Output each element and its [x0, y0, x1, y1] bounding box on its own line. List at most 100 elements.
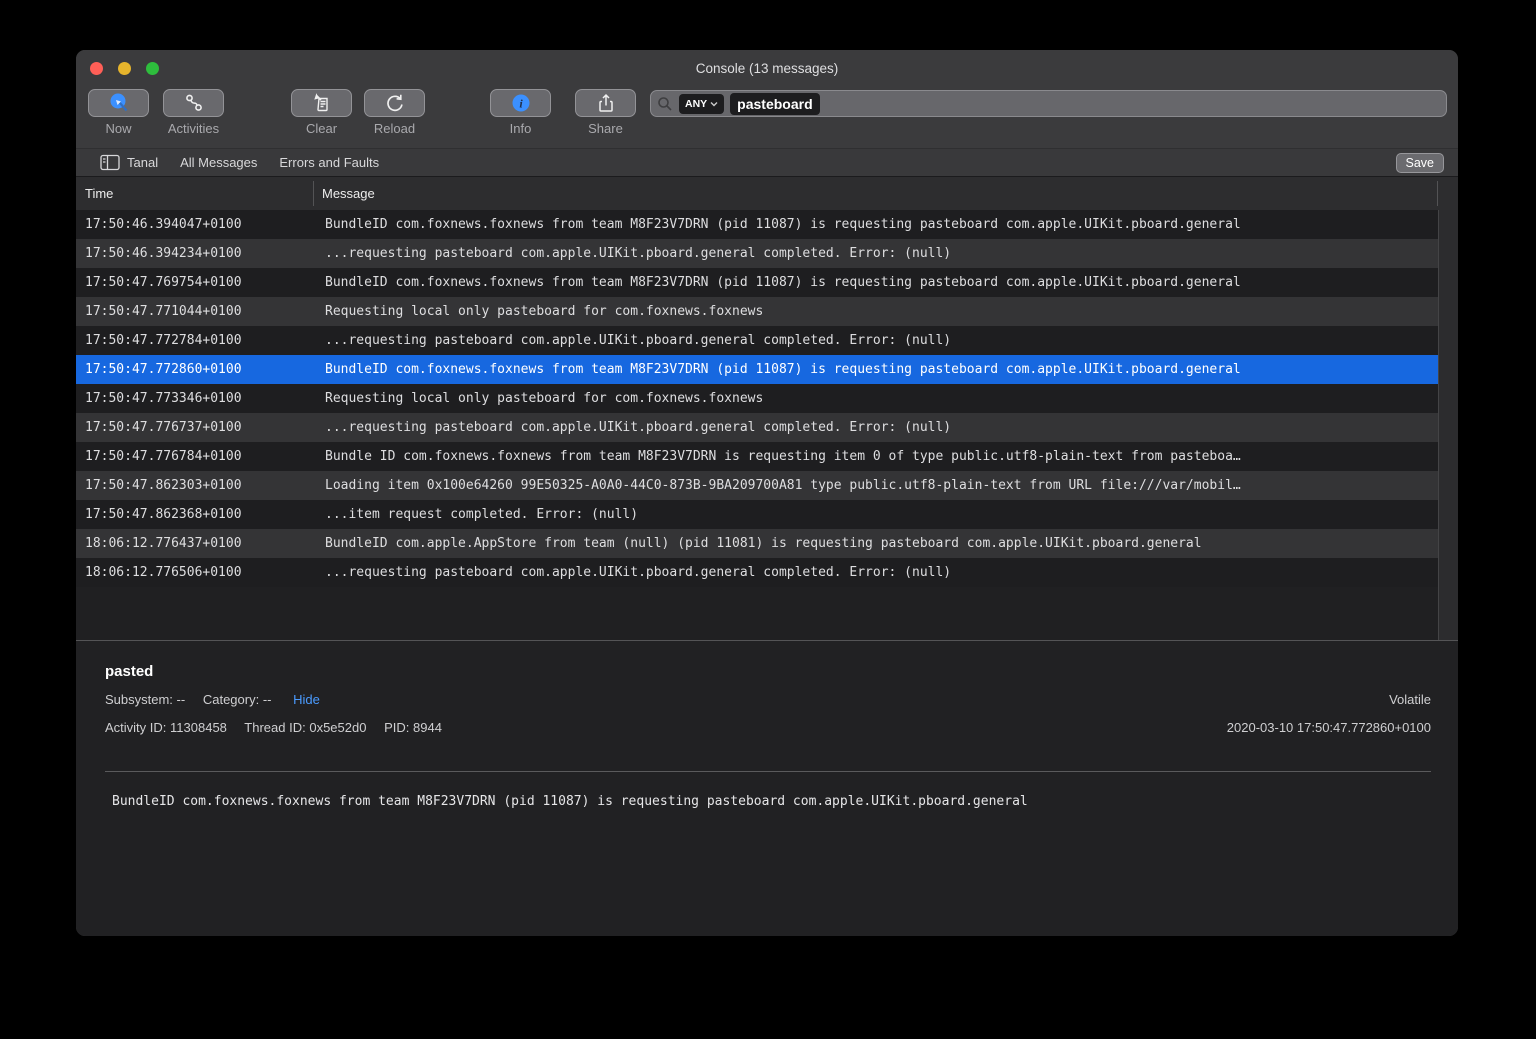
table-row[interactable]: 17:50:46.394047+0100BundleID com.foxnews…: [76, 210, 1438, 239]
row-time: 17:50:47.772860+0100: [76, 355, 313, 384]
activities-label: Activities: [163, 121, 224, 136]
row-time: 17:50:47.862368+0100: [76, 500, 313, 529]
share-button[interactable]: Share: [575, 89, 636, 136]
detail-pane: pasted Subsystem: -- Category: -- Hide V…: [76, 640, 1458, 936]
table-row[interactable]: 18:06:12.776506+0100...requesting pasteb…: [76, 558, 1438, 587]
subsystem-value: --: [177, 692, 186, 707]
table-row[interactable]: 17:50:47.771044+0100Requesting local onl…: [76, 297, 1438, 326]
close-window-button[interactable]: [90, 62, 103, 75]
row-message: ...requesting pasteboard com.apple.UIKit…: [313, 558, 1438, 587]
tab-all-messages[interactable]: All Messages: [180, 155, 257, 170]
search-term-token[interactable]: pasteboard: [730, 93, 819, 115]
row-time: 17:50:47.772784+0100: [76, 326, 313, 355]
detail-divider: [105, 771, 1431, 772]
save-button[interactable]: Save: [1396, 153, 1445, 173]
activities-button[interactable]: Activities: [163, 89, 224, 136]
row-time: 17:50:47.773346+0100: [76, 384, 313, 413]
window-title: Console (13 messages): [696, 61, 839, 76]
now-button[interactable]: Now: [88, 89, 149, 136]
tab-errors-and-faults[interactable]: Errors and Faults: [279, 155, 379, 170]
detail-timestamp: 2020-03-10 17:50:47.772860+0100: [1227, 720, 1431, 735]
pid-value: 8944: [413, 720, 442, 735]
hide-link[interactable]: Hide: [293, 692, 320, 707]
row-time: 18:06:12.776437+0100: [76, 529, 313, 558]
table-row[interactable]: 17:50:47.773346+0100Requesting local onl…: [76, 384, 1438, 413]
search-field[interactable]: ANY pasteboard: [650, 90, 1447, 117]
reload-label: Reload: [364, 121, 425, 136]
info-button[interactable]: i Info: [490, 89, 551, 136]
share-icon: [595, 92, 617, 114]
row-message: ...requesting pasteboard com.apple.UIKit…: [313, 413, 1438, 442]
thread-id-label: Thread ID:: [244, 720, 305, 735]
column-header-message[interactable]: Message: [322, 186, 375, 201]
row-message: BundleID com.apple.AppStore from team (n…: [313, 529, 1438, 558]
zoom-window-button[interactable]: [146, 62, 159, 75]
title-bar: Console (13 messages): [76, 50, 1458, 86]
table-row[interactable]: 17:50:47.862368+0100...item request comp…: [76, 500, 1438, 529]
category-label: Category:: [203, 692, 259, 707]
category-value: --: [263, 692, 272, 707]
share-label: Share: [575, 121, 636, 136]
console-window: Console (13 messages) Now: [76, 50, 1458, 936]
sidebar-toggle-icon[interactable]: [100, 154, 120, 171]
detail-title: pasted: [105, 663, 153, 680]
table-row[interactable]: 17:50:47.772860+0100BundleID com.foxnews…: [76, 355, 1438, 384]
reload-button[interactable]: Reload: [364, 89, 425, 136]
reload-icon: [384, 92, 406, 114]
toolbar: Now Activities: [76, 86, 1458, 148]
table-row[interactable]: 17:50:47.862303+0100Loading item 0x100e6…: [76, 471, 1438, 500]
table-row[interactable]: 17:50:47.772784+0100...requesting pasteb…: [76, 326, 1438, 355]
search-scope-value: ANY: [685, 98, 707, 110]
vertical-scrollbar[interactable]: [1438, 210, 1458, 640]
row-time: 17:50:47.862303+0100: [76, 471, 313, 500]
row-time: 17:50:47.771044+0100: [76, 297, 313, 326]
clear-label: Clear: [291, 121, 352, 136]
row-message: BundleID com.foxnews.foxnews from team M…: [313, 355, 1438, 384]
row-message: ...item request completed. Error: (null): [313, 500, 1438, 529]
now-icon: [108, 92, 130, 114]
row-time: 17:50:47.776737+0100: [76, 413, 313, 442]
minimize-window-button[interactable]: [118, 62, 131, 75]
table-row[interactable]: 18:06:12.776437+0100BundleID com.apple.A…: [76, 529, 1438, 558]
window-controls: [90, 62, 159, 75]
row-time: 17:50:46.394047+0100: [76, 210, 313, 239]
table-row[interactable]: 17:50:47.776784+0100Bundle ID com.foxnew…: [76, 442, 1438, 471]
row-message: Requesting local only pasteboard for com…: [313, 384, 1438, 413]
row-message: BundleID com.foxnews.foxnews from team M…: [313, 210, 1438, 239]
clear-icon: [311, 92, 333, 114]
row-time: 17:50:47.776784+0100: [76, 442, 313, 471]
volatile-badge: Volatile: [1389, 692, 1431, 707]
subsystem-label: Subsystem:: [105, 692, 173, 707]
search-icon: [657, 96, 673, 112]
row-time: 18:06:12.776506+0100: [76, 558, 313, 587]
info-icon: i: [510, 92, 532, 114]
log-rows: 17:50:46.394047+0100BundleID com.foxnews…: [76, 210, 1438, 640]
activity-id-value: 11308458: [170, 720, 227, 735]
row-message: ...requesting pasteboard com.apple.UIKit…: [313, 239, 1438, 268]
table-row[interactable]: 17:50:46.394234+0100...requesting pasteb…: [76, 239, 1438, 268]
pid-label: PID:: [384, 720, 409, 735]
row-message: Bundle ID com.foxnews.foxnews from team …: [313, 442, 1438, 471]
search-scope-dropdown[interactable]: ANY: [679, 94, 724, 114]
info-label: Info: [490, 121, 551, 136]
row-time: 17:50:47.769754+0100: [76, 268, 313, 297]
column-header-time[interactable]: Time: [76, 186, 113, 201]
row-time: 17:50:46.394234+0100: [76, 239, 313, 268]
log-table: 17:50:46.394047+0100BundleID com.foxnews…: [76, 210, 1458, 640]
row-message: BundleID com.foxnews.foxnews from team M…: [313, 268, 1438, 297]
table-header: Time Message: [76, 176, 1458, 210]
thread-id-value: 0x5e52d0: [309, 720, 366, 735]
chevron-down-icon: [710, 101, 718, 107]
now-label: Now: [88, 121, 149, 136]
detail-meta-line: Subsystem: -- Category: -- Hide: [105, 692, 320, 707]
activity-id-label: Activity ID:: [105, 720, 166, 735]
table-row[interactable]: 17:50:47.769754+0100BundleID com.foxnews…: [76, 268, 1438, 297]
filter-bar: Tanal All Messages Errors and Faults Sav…: [76, 148, 1458, 176]
table-row[interactable]: 17:50:47.776737+0100...requesting pasteb…: [76, 413, 1438, 442]
column-divider[interactable]: [1437, 181, 1438, 206]
row-message: Loading item 0x100e64260 99E50325-A0A0-4…: [313, 471, 1438, 500]
device-name[interactable]: Tanal: [127, 155, 158, 170]
clear-button[interactable]: Clear: [291, 89, 352, 136]
row-message: Requesting local only pasteboard for com…: [313, 297, 1438, 326]
column-divider[interactable]: [313, 181, 314, 206]
